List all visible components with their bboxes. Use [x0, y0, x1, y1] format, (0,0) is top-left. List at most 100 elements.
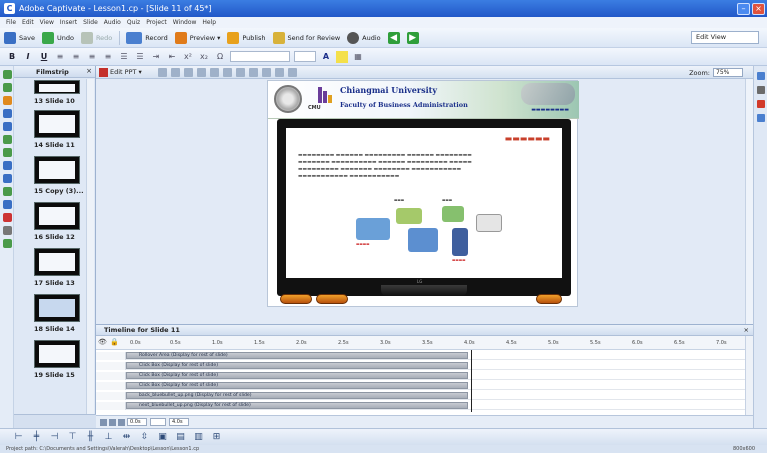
audio-button[interactable]: Audio: [347, 31, 381, 44]
same-height-icon[interactable]: ▥: [194, 432, 203, 442]
timeline-row[interactable]: next_bluebullet_up.png (Display for rest…: [96, 402, 745, 410]
record-button[interactable]: Record: [126, 31, 168, 44]
paste-icon[interactable]: [183, 67, 193, 77]
editor-scrollbar[interactable]: [745, 79, 753, 324]
bullets-icon[interactable]: ☰: [118, 51, 130, 63]
timeline-row[interactable]: Rollover Area (Display for rest of slide…: [96, 352, 745, 360]
zoom-select[interactable]: 75%: [713, 68, 743, 77]
grid-icon[interactable]: [222, 67, 232, 77]
menu-help[interactable]: Help: [202, 19, 216, 26]
filmstrip-slide[interactable]: 19 Slide 15: [34, 340, 86, 386]
arrange-icon[interactable]: [261, 67, 271, 77]
menu-audio[interactable]: Audio: [104, 19, 121, 26]
slide-orange-button[interactable]: [280, 294, 312, 304]
zoom-fit-icon[interactable]: [287, 67, 297, 77]
align-middle-icon[interactable]: ╫: [86, 432, 95, 442]
timeline-row[interactable]: back_bluebullet_up.png (Display for rest…: [96, 392, 745, 400]
timeline-object-bar[interactable]: Click Box (Display for rest of slide): [126, 372, 468, 379]
line-tool-icon[interactable]: [3, 226, 12, 235]
text-entry-tool-icon[interactable]: [3, 161, 12, 170]
view-mode-select[interactable]: Edit View: [691, 31, 759, 44]
font-size-select[interactable]: [294, 51, 316, 62]
preview-button[interactable]: Preview ▾: [174, 31, 220, 44]
save-button[interactable]: Save: [4, 31, 35, 44]
numbering-icon[interactable]: ☰: [134, 51, 146, 63]
timeline-row[interactable]: Click Box (Display for rest of slide): [96, 362, 745, 370]
font-color-icon[interactable]: A: [320, 51, 332, 63]
image-tool-icon[interactable]: [3, 109, 12, 118]
menu-view[interactable]: View: [40, 19, 54, 26]
caption-tool-icon[interactable]: [3, 70, 12, 79]
timeline-object-bar[interactable]: Click Box (Display for rest of slide): [126, 382, 468, 389]
duration-field[interactable]: 4.0s: [169, 418, 189, 426]
timeline-object-bar[interactable]: next_bluebullet_up.png (Display for rest…: [126, 402, 468, 409]
menu-slide[interactable]: Slide: [83, 19, 98, 26]
align-top-icon[interactable]: ⊤: [68, 432, 77, 442]
play-icon[interactable]: [100, 418, 107, 426]
animation-tool-icon[interactable]: [3, 174, 12, 183]
same-size-icon[interactable]: ▣: [158, 432, 167, 442]
underline-button[interactable]: U: [38, 51, 50, 63]
subscript-icon[interactable]: x₂: [198, 51, 210, 63]
highlight-box-tool-icon[interactable]: [3, 96, 12, 105]
timeline-ruler[interactable]: 👁 🔒 0.0s 0.5s 1.0s 1.5s 2.0s 2.5s 3.0s 3…: [96, 336, 753, 350]
bold-button[interactable]: B: [6, 51, 18, 63]
copy-icon[interactable]: [170, 67, 180, 77]
timeline-playhead[interactable]: [471, 350, 472, 412]
menu-file[interactable]: File: [6, 19, 16, 26]
prev-slide-button[interactable]: ◀: [387, 31, 400, 44]
align-icon[interactable]: [235, 67, 245, 77]
stop-icon[interactable]: [109, 418, 116, 426]
quiz-icon[interactable]: [757, 100, 765, 108]
timeline-zoom-field[interactable]: [150, 418, 166, 426]
font-family-select[interactable]: [230, 51, 290, 62]
send-for-review-button[interactable]: Send for Review: [272, 31, 340, 44]
filmstrip-slide[interactable]: 16 Slide 12: [34, 202, 86, 248]
center-on-slide-icon[interactable]: ⊞: [212, 432, 221, 442]
timeline-row[interactable]: Click Box (Display for rest of slide): [96, 382, 745, 390]
zoom-area-tool-icon[interactable]: [3, 122, 12, 131]
menu-quiz[interactable]: Quiz: [127, 19, 140, 26]
menu-edit[interactable]: Edit: [22, 19, 34, 26]
justify-icon[interactable]: ≡: [102, 51, 114, 63]
undo-button[interactable]: Undo: [41, 31, 74, 44]
menu-project[interactable]: Project: [146, 19, 167, 26]
align-centers-icon[interactable]: ╪: [32, 432, 41, 442]
timeline-scrollbar[interactable]: [745, 336, 753, 416]
align-right-edges-icon[interactable]: ⊣: [50, 432, 59, 442]
library-icon[interactable]: [757, 72, 765, 80]
close-panel-icon[interactable]: ×: [86, 67, 92, 75]
menu-insert[interactable]: Insert: [60, 19, 77, 26]
align-bottom-icon[interactable]: ⊥: [104, 432, 113, 442]
mask-icon[interactable]: [274, 67, 284, 77]
align-center-icon[interactable]: ≡: [70, 51, 82, 63]
filmstrip-slide[interactable]: 13 Slide 10: [34, 80, 86, 110]
highlight-color-icon[interactable]: [336, 50, 348, 63]
filmstrip-slide[interactable]: 14 Slide 11: [34, 110, 86, 156]
current-time-field[interactable]: 0.0s: [127, 418, 147, 426]
timeline-row[interactable]: Click Box (Display for rest of slide): [96, 372, 745, 380]
publish-button[interactable]: Publish: [227, 31, 266, 44]
filmstrip-slide[interactable]: 15 Copy (3)...: [34, 156, 86, 202]
text-effects-icon[interactable]: ▦: [352, 51, 364, 63]
slide-orange-button[interactable]: [536, 294, 562, 304]
italic-button[interactable]: I: [22, 51, 34, 63]
filmstrip-scrollbar[interactable]: [86, 79, 94, 426]
filmstrip-slide[interactable]: 17 Slide 13: [34, 248, 86, 294]
align-right-icon[interactable]: ≡: [86, 51, 98, 63]
slide-orange-button[interactable]: [316, 294, 348, 304]
slide-canvas[interactable]: CMU Chiangmai University Faculty of Busi…: [267, 80, 579, 307]
button-tool-icon[interactable]: [3, 148, 12, 157]
align-left-icon[interactable]: ≡: [54, 51, 66, 63]
step-icon[interactable]: [118, 418, 125, 426]
cut-icon[interactable]: [157, 67, 167, 77]
menu-window[interactable]: Window: [173, 19, 197, 26]
timeline-object-bar[interactable]: Rollover Area (Display for rest of slide…: [126, 352, 468, 359]
same-width-icon[interactable]: ▤: [176, 432, 185, 442]
video-tool-icon[interactable]: [3, 200, 12, 209]
rollover-image-tool-icon[interactable]: [3, 187, 12, 196]
flash-tool-icon[interactable]: [3, 213, 12, 222]
properties-icon[interactable]: [209, 67, 219, 77]
close-panel-icon[interactable]: ×: [744, 325, 749, 336]
omega-icon[interactable]: Ω: [214, 51, 226, 63]
